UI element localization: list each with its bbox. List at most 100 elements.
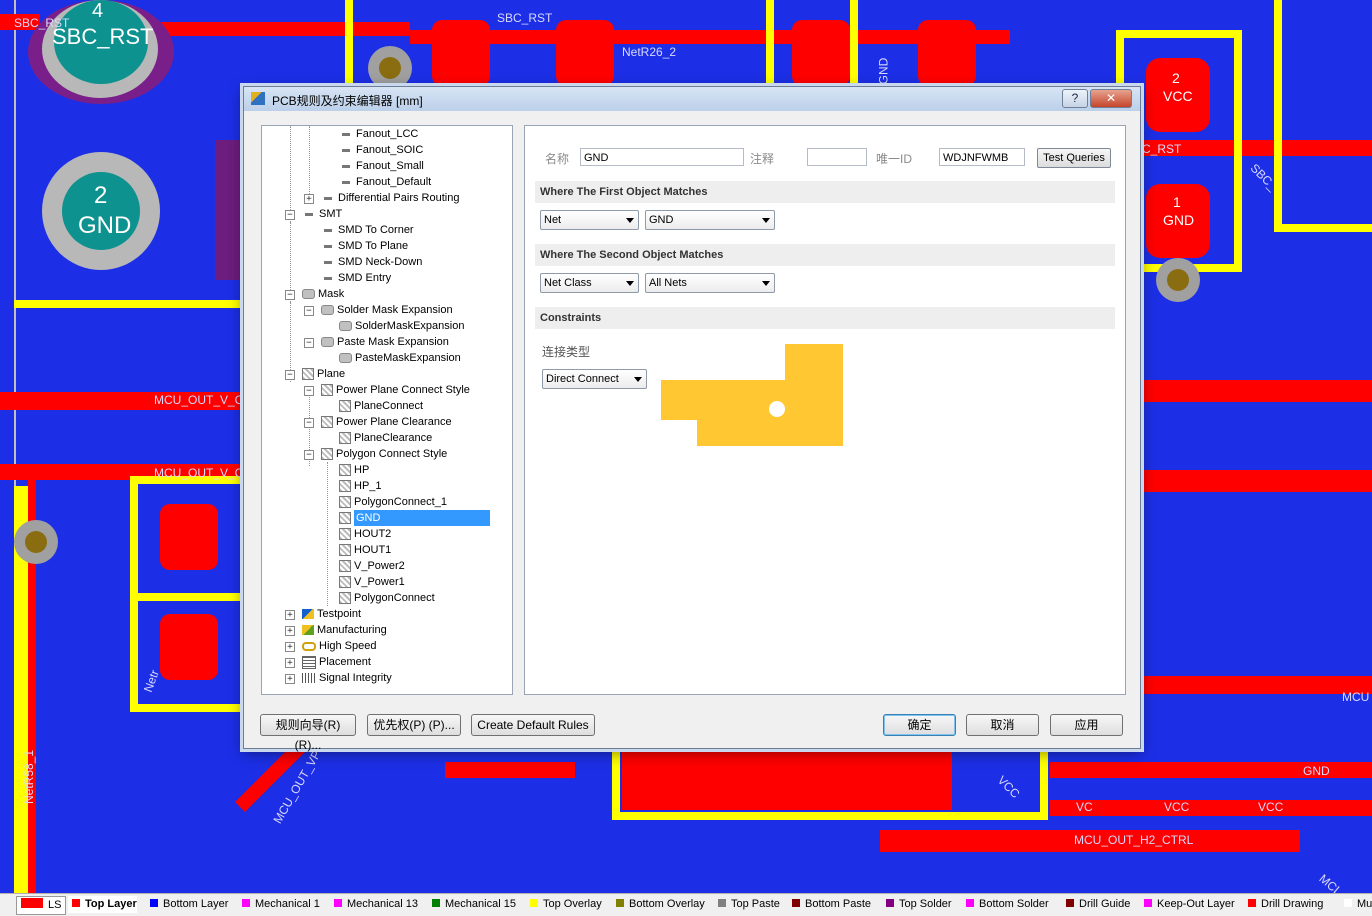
layer-tab[interactable]: Bottom Solder — [962, 896, 1049, 913]
tree-scrollbar[interactable] — [512, 126, 513, 694]
tree-node-smd-plane[interactable]: SMD To Plane — [321, 238, 408, 254]
dialog-titlebar[interactable]: PCB规则及约束编辑器 [mm] ? ✕ — [244, 87, 1140, 111]
layer-tab[interactable]: Mu — [1340, 896, 1372, 913]
layer-tab[interactable]: Top Layer — [68, 896, 137, 913]
layer-tab[interactable]: Bottom Paste — [788, 896, 871, 913]
tree-node-signal-integrity[interactable]: Signal Integrity — [302, 670, 392, 686]
tree-node-fanout-soic[interactable]: Fanout_SOIC — [339, 142, 423, 158]
collapse-toggle[interactable]: − — [304, 450, 314, 460]
tree-node-planeconnect[interactable]: PlaneConnect — [339, 398, 423, 414]
close-button[interactable]: ✕ — [1090, 89, 1132, 108]
ok-button[interactable]: 确定 — [883, 714, 956, 736]
layer-tab[interactable]: Top Paste — [714, 896, 780, 913]
layer-tab-label: Top Paste — [731, 898, 780, 910]
tree-node-label: PolygonConnect — [354, 592, 435, 604]
layer-tab[interactable]: Drill Guide — [1062, 896, 1130, 913]
net-label: MCL — [1316, 871, 1345, 893]
tree-node-solder-mask[interactable]: Solder Mask Expansion — [321, 302, 453, 318]
apply-button[interactable]: 应用 — [1050, 714, 1123, 736]
tree-node-fanout-lcc[interactable]: Fanout_LCC — [339, 126, 418, 142]
tree-node-polygonconnect1[interactable]: PolygonConnect_1 — [339, 494, 447, 510]
create-default-rules-button[interactable]: Create Default Rules — [471, 714, 595, 736]
tree-node-testpoint[interactable]: Testpoint — [302, 606, 361, 622]
layer-tab[interactable]: Top Overlay — [526, 896, 602, 913]
tree-node-diffpairs[interactable]: Differential Pairs Routing — [321, 190, 459, 206]
collapse-toggle[interactable]: − — [285, 210, 295, 220]
priorities-button[interactable]: 优先权(P) (P)... — [367, 714, 461, 736]
tree-node-placement[interactable]: Placement — [302, 654, 371, 670]
tree-node-hout1[interactable]: HOUT1 — [339, 542, 391, 558]
layer-tab[interactable]: Keep-Out Layer — [1140, 896, 1235, 913]
tree-node-pastemaskexpansion[interactable]: PasteMaskExpansion — [339, 350, 461, 366]
constraints-section: Constraints — [535, 307, 1115, 329]
rule-wizard-button[interactable]: 规则向导(R) (R)... — [260, 714, 356, 752]
tree-node-power-plane-clearance[interactable]: Power Plane Clearance — [321, 414, 452, 430]
second-value-value: All Nets — [649, 277, 687, 289]
collapse-toggle[interactable]: − — [304, 418, 314, 428]
layer-tab[interactable]: Bottom Overlay — [612, 896, 705, 913]
tree-node-label: Fanout_LCC — [356, 128, 419, 140]
tree-line — [309, 126, 310, 198]
expand-toggle[interactable]: + — [304, 194, 314, 204]
tree-node-planeclearance[interactable]: PlaneClearance — [339, 430, 432, 446]
expand-toggle[interactable]: + — [285, 610, 295, 620]
tree-node-smd-entry[interactable]: SMD Entry — [321, 270, 391, 286]
tree-node-soldermaskexpansion[interactable]: SolderMaskExpansion — [339, 318, 464, 334]
layer-color-swatch — [1344, 899, 1352, 907]
help-button[interactable]: ? — [1062, 89, 1088, 108]
tree-node-smt[interactable]: SMT — [302, 206, 342, 222]
expand-toggle[interactable]: + — [285, 642, 295, 652]
name-field[interactable]: GND — [580, 148, 744, 166]
collapse-toggle[interactable]: − — [285, 290, 295, 300]
collapse-toggle[interactable]: − — [304, 306, 314, 316]
tree-node-hp1[interactable]: HP_1 — [339, 478, 382, 494]
second-value-select[interactable]: All Nets — [645, 273, 775, 293]
tree-node-fanout-default[interactable]: Fanout_Default — [339, 174, 431, 190]
net-label: MCU_OUT_H2_CTRL — [1074, 833, 1194, 847]
expand-toggle[interactable]: + — [285, 626, 295, 636]
tree-node-manufacturing[interactable]: Manufacturing — [302, 622, 387, 638]
first-type-select[interactable]: Net — [540, 210, 639, 230]
test-queries-button[interactable]: Test Queries — [1037, 148, 1111, 168]
layer-tab[interactable]: Mechanical 13 — [330, 896, 418, 913]
comment-field[interactable] — [807, 148, 867, 166]
layer-tab[interactable]: Drill Drawing — [1244, 896, 1323, 913]
second-type-select[interactable]: Net Class — [540, 273, 639, 293]
tree-node-smd-corner[interactable]: SMD To Corner — [321, 222, 414, 238]
tree-node-mask[interactable]: Mask — [302, 286, 344, 302]
tree-node-vpower2[interactable]: V_Power2 — [339, 558, 405, 574]
first-value-select[interactable]: GND — [645, 210, 775, 230]
tree-node-smd-neckdown[interactable]: SMD Neck-Down — [321, 254, 422, 270]
tree-node-paste-mask[interactable]: Paste Mask Expansion — [321, 334, 449, 350]
tree-node-power-plane-connect[interactable]: Power Plane Connect Style — [321, 382, 470, 398]
overlay-line — [612, 812, 1048, 820]
tree-node-plane[interactable]: Plane — [302, 366, 345, 382]
tree-node-gnd-selected[interactable]: GND — [339, 510, 493, 526]
tree-node-polygon-connect-style[interactable]: Polygon Connect Style — [321, 446, 447, 462]
layer-set-button[interactable]: LS — [16, 896, 66, 915]
tree-node-hout2[interactable]: HOUT2 — [339, 526, 391, 542]
layer-tab[interactable]: Top Solder — [882, 896, 952, 913]
net-label: SBC_RST — [14, 16, 70, 30]
collapse-toggle[interactable]: − — [304, 338, 314, 348]
tree-node-label: HOUT2 — [354, 528, 392, 540]
tree-node-hp[interactable]: HP — [339, 462, 369, 478]
tree-node-polygonconnect[interactable]: PolygonConnect — [339, 590, 435, 606]
expand-toggle[interactable]: + — [285, 674, 295, 684]
unique-id-field[interactable]: WDJNFWMB — [939, 148, 1025, 166]
collapse-toggle[interactable]: − — [304, 386, 314, 396]
overlay-line — [345, 0, 353, 90]
rules-tree[interactable]: Fanout_LCC Fanout_SOIC Fanout_Small Fano… — [261, 125, 513, 695]
cancel-button[interactable]: 取消 — [966, 714, 1039, 736]
plane-icon — [339, 544, 351, 557]
tree-node-fanout-small[interactable]: Fanout_Small — [339, 158, 424, 174]
tree-node-vpower1[interactable]: V_Power1 — [339, 574, 405, 590]
tree-node-label: SMD To Corner — [338, 224, 414, 236]
layer-tab[interactable]: Mechanical 15 — [428, 896, 516, 913]
collapse-toggle[interactable]: − — [285, 370, 295, 380]
connect-type-select[interactable]: Direct Connect — [542, 369, 647, 389]
layer-tab[interactable]: Mechanical 1 — [238, 896, 320, 913]
tree-node-high-speed[interactable]: High Speed — [302, 638, 377, 654]
expand-toggle[interactable]: + — [285, 658, 295, 668]
layer-tab[interactable]: Bottom Layer — [146, 896, 228, 913]
